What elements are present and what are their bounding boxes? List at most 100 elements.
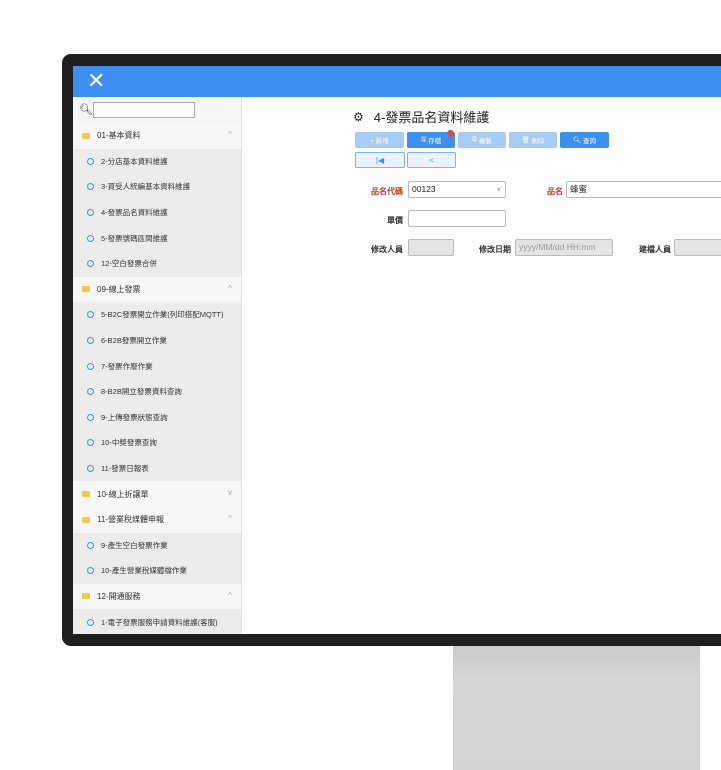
sidebar-item[interactable]: 12-空白發票合併 [73,250,241,277]
sidebar-group[interactable]: 10-線上折讓單 v [73,481,241,507]
circle-icon [87,234,94,242]
sidebar-group-label: 09-線上發票 [97,284,141,294]
circle-icon [87,157,94,165]
name-label: 品名 [547,187,563,196]
page-title-text: 4-發票品名資料維護 [373,110,490,125]
search-icon: 🔍︎ [79,104,93,116]
name-value: 蜂蜜 [570,184,588,194]
add-button[interactable]: + 新增 [355,132,404,148]
add-button-label: + 新增 [370,138,389,145]
sidebar-item[interactable]: 6-B2B發票開立作業 [73,327,241,354]
price-label: 單價 [387,216,403,225]
sidebar-item-label: 2-分店基本資料維護 [101,156,168,166]
sidebar-item[interactable]: 5-B2C發票開立作業(列印搭配MQTT) [73,302,241,328]
delete-button-label: 刪除 [531,138,545,145]
sidebar-item-label: 5-B2C發票開立作業(列印搭配MQTT) [101,310,224,320]
creator-field [674,239,721,256]
sidebar-group[interactable]: 01-基本資料 ^ [73,123,241,149]
sidebar-item[interactable]: 1-電子發票服務申請資料維護(客服) [73,609,241,634]
sidebar-group-label: 11-營業稅媒體申報 [97,515,164,525]
chevron-down-icon: v [228,488,232,498]
sidebar-item-label: 5-發票號碼區間維護 [101,233,168,243]
sidebar-item-label: 4-發票品名資料維護 [101,208,168,218]
chevron-up-icon: ^ [228,130,232,139]
unsaved-badge [447,130,454,137]
first-record-button[interactable]: |◀ [355,152,405,168]
name-field[interactable]: 蜂蜜 [566,181,721,198]
circle-icon [87,311,94,319]
sidebar-group[interactable]: 12-開通服務 ^ [73,583,241,610]
sidebar-item[interactable]: 10-中獎發票查詢 [73,430,241,456]
sidebar-item-label: 11-發票日報表 [101,464,149,474]
sidebar-item[interactable]: 9-上傳發票狀態查詢 [73,404,241,431]
app-screen: ✕ 🔍︎ 01-基本資料 ^ 2-分店基本資料維護 3-買受人統編基本資料維護 4-發票… [73,66,721,634]
code-field[interactable]: 00123 × [408,181,506,198]
sidebar-item[interactable]: 11-發票日報表 [73,455,241,482]
chevron-up-icon: ^ [228,590,232,600]
page-title: ⚙ 4-發票品名資料維護 [353,107,489,126]
sidebar: 🔍︎ 01-基本資料 ^ 2-分店基本資料維護 3-買受人統編基本資料維護 4-發票品名… [73,97,242,634]
sidebar-item-label: 7-發票作廢作業 [101,361,153,371]
sidebar-item-label: 3-買受人統編基本資料維護 [101,182,191,192]
gear-icon: ⚙ [353,109,364,124]
sidebar-group-label: 10-線上折讓單 [97,489,149,499]
sidebar-item[interactable]: 2-分店基本資料維護 [73,148,241,175]
circle-icon [87,465,94,473]
circle-icon [87,541,94,549]
search-icon: 🔍︎ [572,137,584,144]
circle-icon [87,618,94,626]
close-icon[interactable]: ✕ [87,69,107,93]
query-button-label: 查詢 [583,138,597,145]
sidebar-item[interactable]: 5-發票號碼區間維護 [73,225,241,251]
sidebar-item-label: 10-產生營業稅媒體檔作業 [101,566,187,576]
circle-icon [87,362,94,370]
save-button[interactable]: 🖫 存檔 [407,130,455,148]
circle-icon [87,388,94,396]
first-icon: |◀ [375,155,385,165]
sidebar-item-label: 9-上傳發票狀態查詢 [101,412,168,422]
sidebar-item-label: 9-產生空白發票作業 [101,540,168,550]
copy-button[interactable]: ⧉ 複製 [458,132,506,148]
modifier-label: 修改人員 [371,245,403,254]
creator-label: 建檔人員 [639,245,671,254]
sidebar-item[interactable]: 10-產生營業稅媒體檔作業 [73,558,241,584]
search-input[interactable] [93,102,195,118]
sidebar-item[interactable]: 9-產生空白發票作業 [73,532,241,559]
clear-icon[interactable]: × [496,182,501,197]
trash-icon: 🗑 [521,137,532,144]
price-field[interactable] [408,210,506,227]
modifier-field [408,239,454,256]
top-bar: ✕ [73,66,721,97]
sidebar-item-label: 8-B2B開立發票資料查詢 [101,387,182,397]
circle-icon [87,183,94,191]
monitor-stand [453,643,700,770]
chevron-up-icon: ^ [228,283,232,293]
sidebar-item-label: 1-電子發票服務申請資料維護(客服) [101,617,218,627]
sidebar-item[interactable]: 3-買受人統編基本資料維護 [73,174,241,200]
sidebar-group-label: 12-開通服務 [97,591,141,601]
sidebar-item[interactable]: 4-發票品名資料維護 [73,199,241,226]
circle-icon [87,413,94,421]
delete-button[interactable]: 🗑 刪除 [509,132,557,148]
folder-icon [82,516,90,523]
sidebar-group[interactable]: 11-營業稅媒體申報 ^ [73,506,241,533]
prev-record-button[interactable]: < [407,152,456,168]
circle-icon [87,567,94,575]
main-panel: ⚙ 4-發票品名資料維護 + 新增 🖫 存檔 ⧉ 複製 🗑 刪除 🔍︎ 查詢 |… [241,97,721,634]
folder-icon [82,593,90,600]
chevron-left-icon: < [429,155,434,165]
sidebar-item[interactable]: 8-B2B開立發票資料查詢 [73,378,241,405]
sidebar-item[interactable]: 7-發票作廢作業 [73,353,241,379]
query-button[interactable]: 🔍︎ 查詢 [560,132,609,148]
mod-date-label: 修改日期 [479,245,511,254]
mod-date-placeholder: yyyy/MM/dd HH:mm [519,242,596,252]
sidebar-group[interactable]: 09-線上發票 ^ [73,276,241,303]
chevron-up-icon: ^ [228,513,232,523]
circle-icon [87,260,94,268]
save-icon: 🖫 [420,135,429,143]
sidebar-item-label: 6-B2B發票開立作業 [101,336,167,346]
folder-icon [82,286,90,293]
code-value: 00123 [412,184,436,194]
save-button-label: 存檔 [428,138,442,145]
folder-icon [82,132,90,139]
